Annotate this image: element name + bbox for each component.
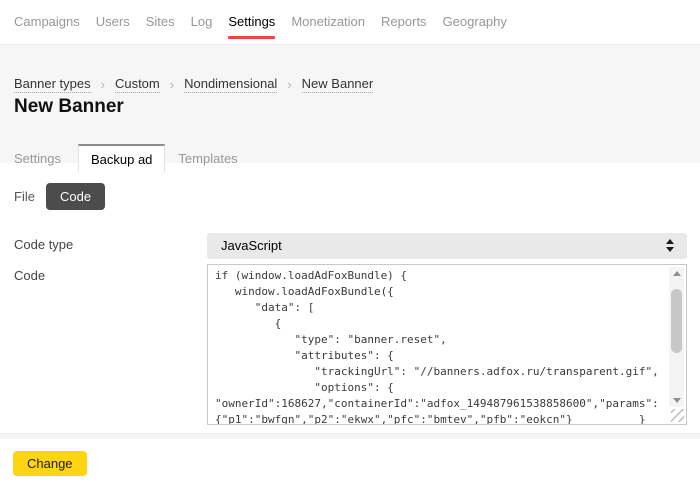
section-divider: [0, 433, 700, 439]
nav-item-sites[interactable]: Sites: [146, 14, 175, 29]
tab-settings[interactable]: Settings: [14, 144, 74, 172]
triangle-down-icon: [666, 247, 674, 252]
triangle-up-icon: [673, 271, 681, 276]
tab-backup-ad[interactable]: Backup ad: [78, 144, 165, 172]
nav-item-reports[interactable]: Reports: [381, 14, 427, 29]
file-toggle[interactable]: File: [14, 189, 35, 204]
triangle-down-icon: [673, 398, 681, 403]
breadcrumb-new-banner[interactable]: New Banner: [302, 76, 374, 93]
nav-item-geography[interactable]: Geography: [443, 14, 507, 29]
top-nav: Campaigns Users Sites Log Settings Monet…: [0, 0, 700, 44]
vertical-scrollbar[interactable]: [669, 267, 684, 407]
tab-bar: Settings Backup ad Templates: [14, 144, 251, 172]
scrollbar-thumb[interactable]: [671, 289, 682, 353]
active-nav-underline: [228, 36, 275, 39]
page-header: Banner types › Custom › Nondimensional ›…: [0, 44, 700, 163]
nav-item-settings-label: Settings: [228, 14, 275, 29]
breadcrumb: Banner types › Custom › Nondimensional ›…: [14, 76, 373, 93]
chevron-right-icon: ›: [170, 77, 174, 92]
page-title: New Banner: [14, 96, 124, 118]
textarea-resize-grip-icon[interactable]: [671, 409, 684, 422]
adfox-app: Campaigns Users Sites Log Settings Monet…: [0, 0, 700, 486]
code-editor[interactable]: if (window.loadAdFoxBundle) { window.loa…: [207, 264, 687, 425]
nav-item-campaigns[interactable]: Campaigns: [14, 14, 80, 29]
change-button[interactable]: Change: [13, 451, 87, 476]
code-type-selected-value: JavaScript: [221, 238, 282, 253]
scroll-down-button[interactable]: [669, 393, 684, 407]
nav-item-monetization[interactable]: Monetization: [291, 14, 365, 29]
code-editor-content[interactable]: if (window.loadAdFoxBundle) { window.loa…: [215, 268, 664, 424]
code-label: Code: [14, 268, 45, 283]
breadcrumb-nondimensional[interactable]: Nondimensional: [184, 76, 277, 93]
breadcrumb-banner-types[interactable]: Banner types: [14, 76, 91, 93]
code-type-select[interactable]: JavaScript: [207, 233, 687, 259]
scroll-up-button[interactable]: [669, 267, 684, 281]
code-type-label: Code type: [14, 237, 73, 252]
chevron-right-icon: ›: [287, 77, 291, 92]
nav-item-settings[interactable]: Settings: [228, 14, 275, 29]
chevron-right-icon: ›: [101, 77, 105, 92]
nav-item-users[interactable]: Users: [96, 14, 130, 29]
tab-templates[interactable]: Templates: [165, 144, 250, 172]
nav-item-log[interactable]: Log: [191, 14, 213, 29]
breadcrumb-custom[interactable]: Custom: [115, 76, 160, 93]
code-toggle[interactable]: Code: [46, 183, 105, 210]
select-sort-arrows-icon: [666, 239, 675, 252]
triangle-up-icon: [666, 239, 674, 244]
